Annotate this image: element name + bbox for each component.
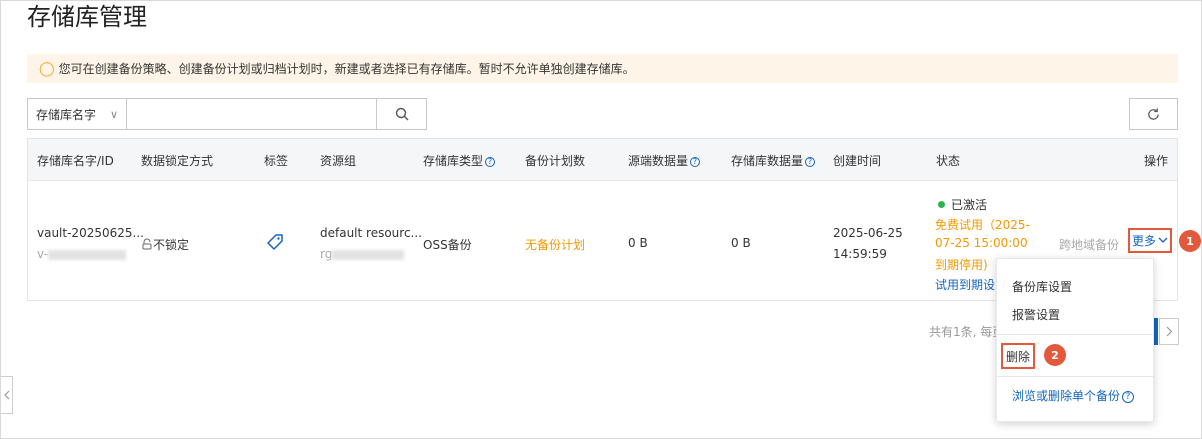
col-source-size: 源端数据量? [628,152,701,169]
collapse-sidebar-button[interactable] [1,376,13,414]
status-badge: 已激活 [938,196,987,213]
help-icon[interactable]: ? [690,157,701,167]
created-date: 2025-06-25 [833,226,903,240]
col-vault-size: 存储库数据量? [731,152,816,169]
cross-region-backup: 跨地域备份 [1059,238,1120,252]
pagination-summary: 共有1条, 每页 [929,325,1005,339]
created-time: 14:59:59 [833,247,887,261]
col-vault-size-label: 存储库数据量 [731,154,804,168]
help-icon[interactable]: ? [485,157,496,167]
col-resource-group: 资源组 [320,154,357,168]
search-input[interactable] [127,98,377,130]
tag-icon[interactable] [266,233,284,254]
backup-plan-count[interactable]: 无备份计划 [525,236,585,253]
vault-name-link[interactable]: vault-20250625... [37,226,144,240]
vault-id-prefix: v- [37,247,49,261]
search-field-label: 存储库名字 [36,107,97,122]
page-title: 存储库管理 [27,3,147,31]
help-icon[interactable]: ? [1122,391,1135,403]
next-page-button[interactable] [1159,318,1179,345]
resource-group-id-prefix: rg [320,247,333,261]
refresh-icon [1148,107,1159,120]
menu-divider [997,334,1153,335]
col-tags: 标签 [264,154,289,168]
col-created: 创建时间 [833,154,882,168]
col-lock: 数据锁定方式 [141,154,214,168]
search-icon [395,107,408,121]
app-window: 存储库管理 ◯ 您可在创建备份策略、创建备份计划或归档计划时，新建或者选择已有存… [0,0,1202,439]
more-label: 更多 [1131,234,1156,248]
unlock-icon [142,238,152,250]
menu-item-delete-label: 删除 [1005,349,1030,364]
notice-banner: ◯ 您可在创建备份策略、创建备份计划或归档计划时，新建或者选择已有存储库。暂时不… [27,54,1178,83]
step-badge-1: 1 [1179,230,1201,252]
menu-item-alert-settings[interactable]: 报警设置 [1012,306,1060,323]
lock-status: 不锁定 [141,236,189,253]
menu-item-browse-backups[interactable]: 浏览或删除单个备份? [1012,387,1135,404]
trial-info-line1: 免费试用（2025- [935,218,1030,232]
refresh-button[interactable] [1129,98,1178,130]
more-actions-menu: 备份库设置 报警设置 删除 浏览或删除单个备份? [996,258,1154,422]
status-dot [938,201,945,208]
help-icon[interactable]: ? [805,157,816,167]
menu-item-browse-label: 浏览或删除单个备份 [1012,389,1121,403]
trial-info-line3: 到期停用) [935,258,988,272]
resource-group-link[interactable]: default resourc... [320,226,422,240]
table-header: 存储库名字/ID 数据锁定方式 标签 资源组 存储库类型? 备份计划数 源端数据… [28,139,1177,181]
col-status: 状态 [936,154,961,168]
vault-id: v- [37,247,127,261]
redacted-rg [332,249,405,260]
notice-text: 您可在创建备份策略、创建备份计划或归档计划时，新建或者选择已有存储库。暂时不允许… [58,62,635,76]
col-name: 存储库名字/ID [37,154,114,168]
search-button[interactable] [377,98,427,130]
col-plans: 备份计划数 [525,154,586,168]
menu-item-vault-settings[interactable]: 备份库设置 [1012,278,1072,295]
redacted-id [48,249,127,260]
vault-size: 0 B [731,236,751,250]
lightbulb-icon: ◯ [39,60,55,77]
resource-group-id: rg [320,247,405,261]
trial-settings-link[interactable]: 试用到期设 [935,276,995,293]
chevron-down-icon: ∨ [109,107,118,121]
col-type: 存储库类型? [423,152,496,169]
chevron-down-icon [1158,237,1168,243]
search-field-select[interactable]: 存储库名字 ∨ [27,98,127,130]
status-label: 已激活 [951,198,988,212]
menu-item-delete[interactable]: 删除 [1001,343,1035,369]
step-badge-2: 2 [1044,344,1066,366]
col-actions: 操作 [1144,154,1169,168]
more-actions-button[interactable]: 更多 [1128,228,1172,253]
trial-info-line2: 07-25 15:00:00 [935,236,1028,250]
search-bar: 存储库名字 ∨ [27,98,427,130]
chevron-right-icon [1166,326,1172,337]
menu-divider [997,376,1153,377]
col-source-size-label: 源端数据量 [628,154,689,168]
source-size: 0 B [628,236,648,250]
vault-type: OSS备份 [423,238,472,252]
lock-status-label: 不锁定 [153,238,190,252]
col-type-label: 存储库类型 [423,154,484,168]
chevron-left-icon [3,390,9,400]
